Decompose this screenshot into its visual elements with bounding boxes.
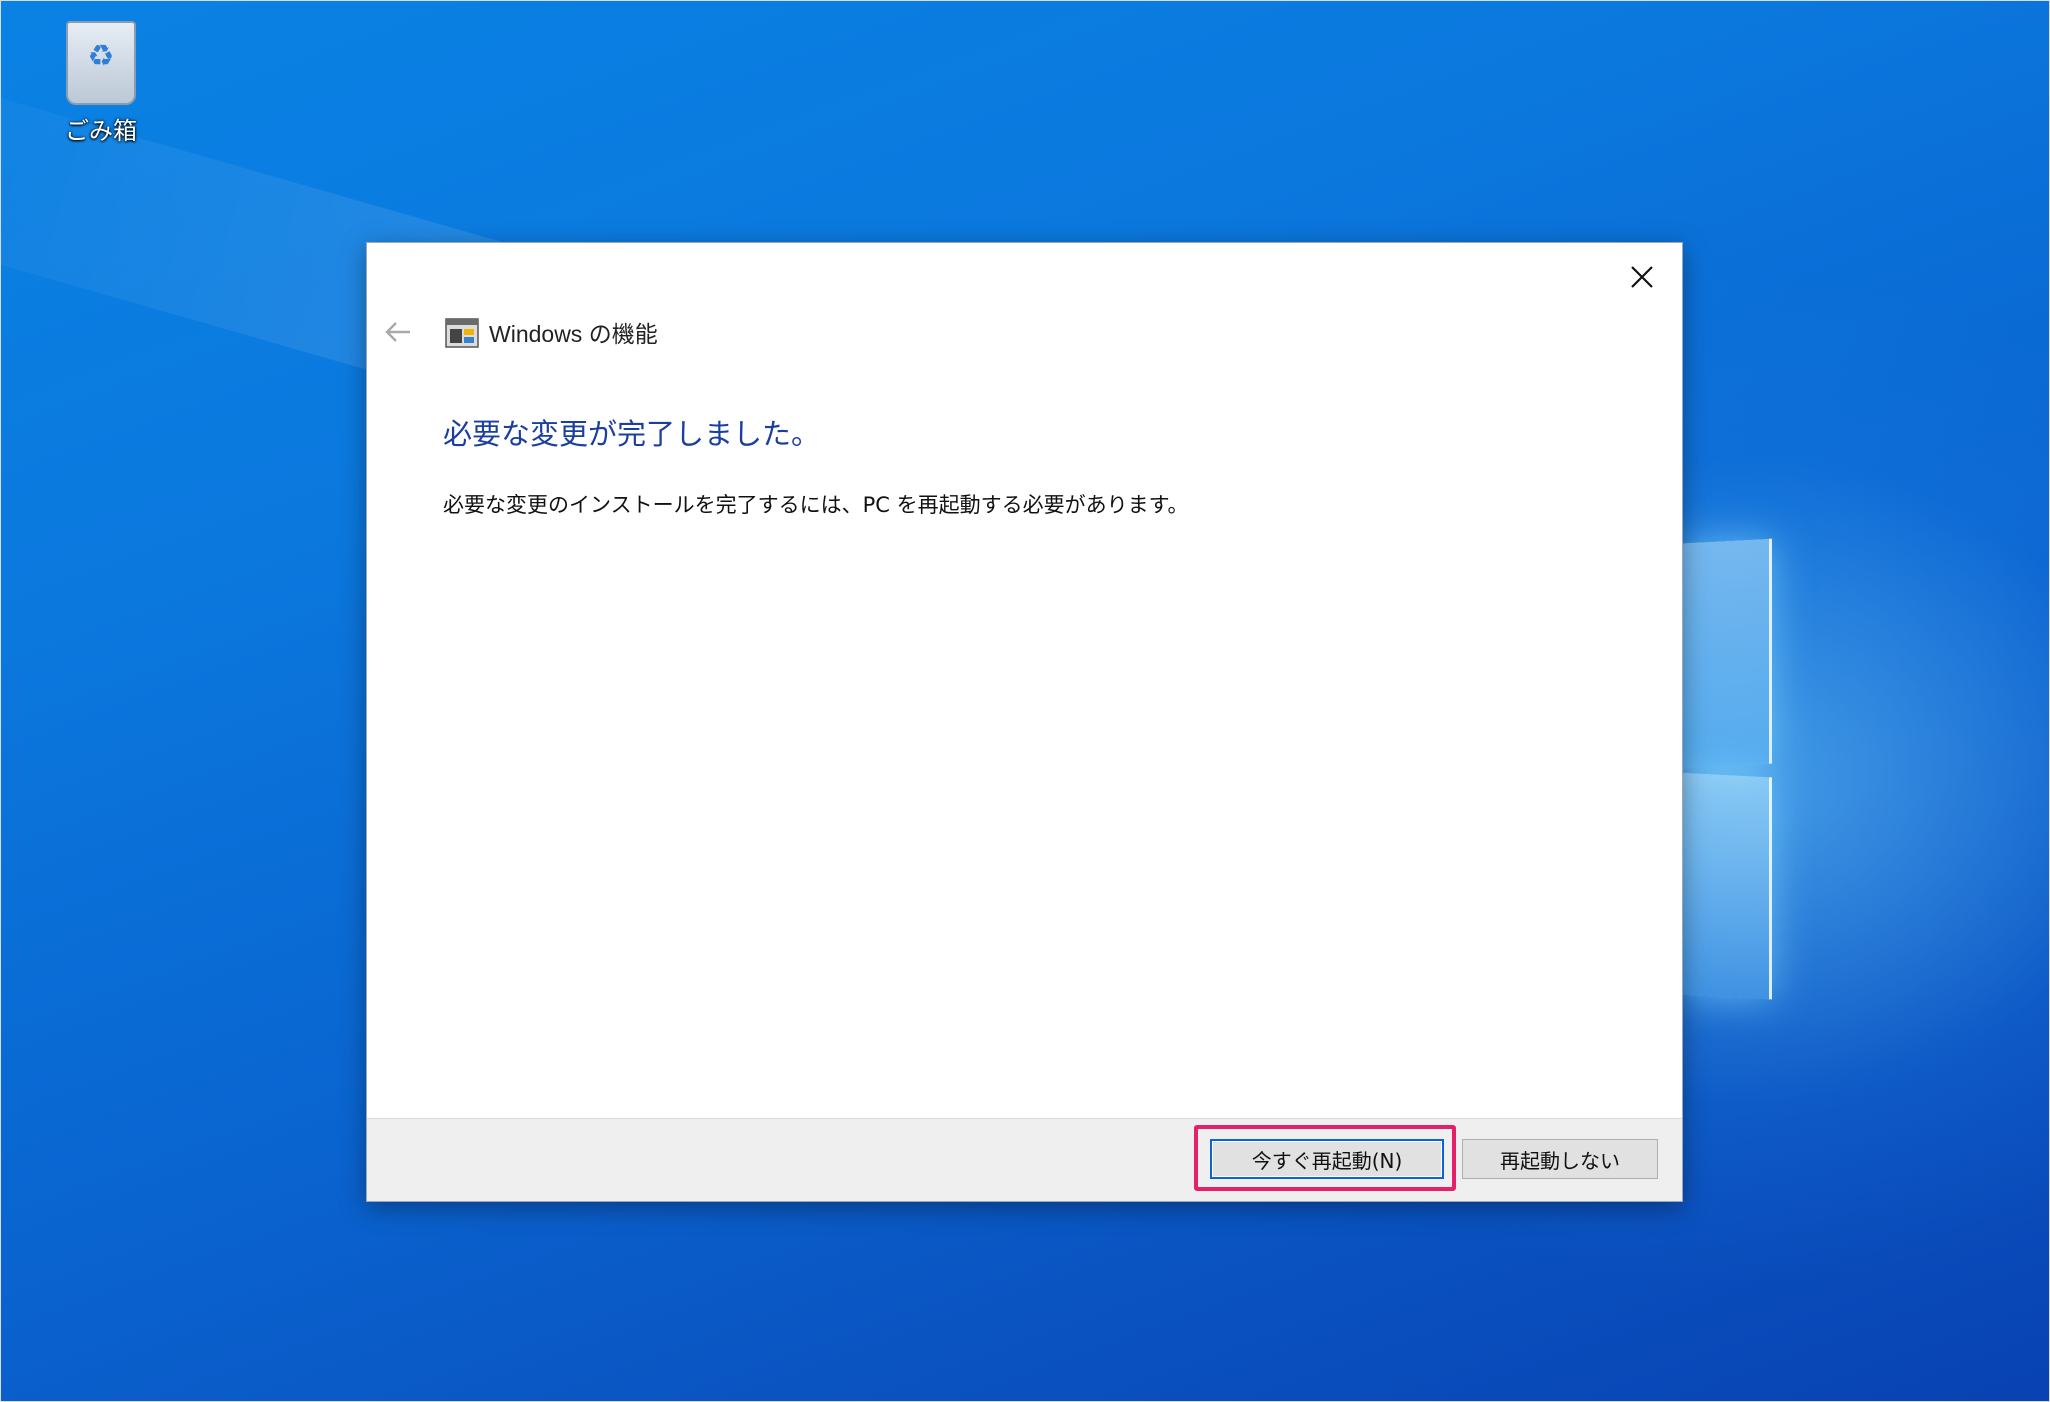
recycle-bin-icon: ♻ bbox=[66, 21, 136, 105]
windows-features-dialog: Windows の機能 必要な変更が完了しました。 必要な変更のインストールを完… bbox=[366, 242, 1683, 1202]
title-row: Windows の機能 bbox=[381, 311, 658, 353]
windows-features-icon bbox=[445, 318, 479, 348]
back-arrow-icon bbox=[385, 322, 410, 342]
page-heading: 必要な変更が完了しました。 bbox=[443, 417, 821, 451]
close-icon bbox=[1631, 266, 1653, 288]
back-button[interactable] bbox=[381, 317, 415, 347]
restart-now-button[interactable]: 今すぐ再起動(N) bbox=[1210, 1139, 1444, 1179]
windows-logo-wallpaper bbox=[1681, 538, 1781, 1001]
desktop-icon-label: ごみ箱 bbox=[65, 117, 137, 145]
dont-restart-button[interactable]: 再起動しない bbox=[1462, 1139, 1658, 1179]
desktop-icon-recycle-bin[interactable]: ♻ ごみ箱 bbox=[53, 21, 149, 146]
dialog-footer: 今すぐ再起動(N) 再起動しない bbox=[367, 1118, 1682, 1201]
restart-message: 必要な変更のインストールを完了するには、PC を再起動する必要があります。 bbox=[443, 493, 1189, 517]
desktop: ♻ ごみ箱 Windows の機能 必要な変更が完了しました。 必要な変更のイン… bbox=[0, 0, 2050, 1402]
close-button[interactable] bbox=[1620, 255, 1664, 299]
window-title: Windows の機能 bbox=[489, 321, 658, 347]
